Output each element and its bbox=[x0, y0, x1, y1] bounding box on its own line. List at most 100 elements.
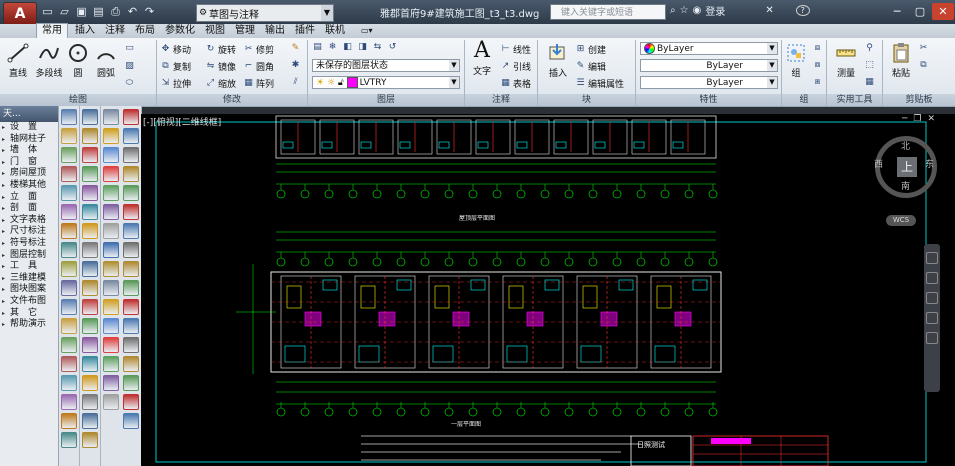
arc-button[interactable]: 圆弧 bbox=[90, 42, 122, 79]
viewcube-south[interactable]: 南 bbox=[901, 179, 910, 192]
tool-icon[interactable] bbox=[123, 261, 139, 277]
tab-manage[interactable]: 管理 bbox=[230, 24, 260, 38]
trim-button[interactable]: ✂ 修剪 bbox=[243, 43, 274, 56]
tool-icon[interactable] bbox=[123, 242, 139, 258]
tab-home[interactable]: 常用 bbox=[36, 23, 68, 39]
text-button[interactable]: A 文字 bbox=[466, 40, 498, 78]
viewport-controls-label[interactable]: [-][俯视][二维线框] bbox=[143, 115, 221, 128]
array-button[interactable]: ▦ 阵列 bbox=[243, 77, 274, 90]
menu-item[interactable]: 立 面 bbox=[0, 192, 58, 204]
pan-icon[interactable] bbox=[926, 272, 938, 284]
tool-icon[interactable] bbox=[82, 413, 98, 429]
help-button[interactable]: ? bbox=[795, 5, 810, 16]
tool-icon[interactable] bbox=[123, 166, 139, 182]
tool-icon[interactable] bbox=[82, 185, 98, 201]
layer-match-icon[interactable]: ⇆ bbox=[372, 42, 383, 53]
tool-icon[interactable] bbox=[61, 394, 77, 410]
mirror-button[interactable]: ⇋ 镜像 bbox=[205, 60, 236, 73]
undo-icon[interactable]: ↶ bbox=[125, 4, 140, 19]
viewcube-west[interactable]: 西 bbox=[874, 157, 883, 170]
layer-iso-icon[interactable]: ◧ bbox=[342, 42, 353, 53]
tool-icon[interactable] bbox=[82, 242, 98, 258]
ungroup-tool[interactable]: ⧈ bbox=[812, 43, 823, 54]
tool-icon[interactable] bbox=[82, 337, 98, 353]
redo-icon[interactable]: ↷ bbox=[142, 4, 157, 19]
orbit-icon[interactable] bbox=[926, 312, 938, 324]
tool-icon[interactable] bbox=[61, 166, 77, 182]
layer-freeze-icon[interactable]: ❄ bbox=[327, 42, 338, 53]
layer-walk-icon[interactable]: ◨ bbox=[357, 42, 368, 53]
measure-button[interactable]: 测量 bbox=[830, 42, 862, 79]
close-button[interactable]: ✕ bbox=[932, 3, 954, 20]
tool-icon[interactable] bbox=[123, 223, 139, 239]
tool-icon[interactable] bbox=[82, 432, 98, 448]
tool-icon[interactable] bbox=[82, 280, 98, 296]
group-select-tool[interactable]: ⧆ bbox=[812, 77, 823, 88]
tool-icon[interactable] bbox=[103, 223, 119, 239]
paste-button[interactable]: 粘贴 bbox=[885, 42, 917, 79]
open-file-icon[interactable]: ▱ bbox=[57, 4, 72, 19]
plot-icon[interactable]: ⎙ bbox=[108, 4, 123, 19]
edit-block-button[interactable]: ✎ 编辑 bbox=[575, 60, 606, 73]
tool-icon[interactable] bbox=[123, 128, 139, 144]
tool-icon[interactable] bbox=[61, 185, 77, 201]
tab-insert[interactable]: 插入 bbox=[70, 24, 100, 38]
insert-block-button[interactable]: 插入 bbox=[542, 42, 574, 79]
scale-button[interactable]: ⤢ 缩放 bbox=[205, 77, 236, 90]
cut-tool[interactable]: ✂ bbox=[918, 43, 929, 54]
tool-icon[interactable] bbox=[103, 261, 119, 277]
workspace-dropdown[interactable]: ⚙ 草图与注释 ▼ bbox=[196, 4, 334, 22]
clipboard-panel-label[interactable]: 剪贴板 bbox=[883, 94, 955, 106]
tool-icon[interactable] bbox=[123, 318, 139, 334]
tool-icon[interactable] bbox=[82, 147, 98, 163]
tool-icon[interactable] bbox=[103, 394, 119, 410]
tool-icon[interactable] bbox=[103, 185, 119, 201]
tool-icon[interactable] bbox=[82, 223, 98, 239]
user-icon[interactable]: ◉ bbox=[693, 5, 702, 16]
tool-icon[interactable] bbox=[61, 356, 77, 372]
color-dropdown[interactable]: ByLayer ▼ bbox=[640, 42, 778, 55]
viewcube-north[interactable]: 北 bbox=[901, 139, 910, 152]
tool-icon[interactable] bbox=[123, 147, 139, 163]
minimize-button[interactable]: ─ bbox=[886, 3, 908, 20]
modify-panel-label[interactable]: 修改 bbox=[157, 94, 307, 106]
tool-icon[interactable] bbox=[123, 394, 139, 410]
leader-button[interactable]: ↗ 引线 bbox=[500, 60, 531, 73]
tool-icon[interactable] bbox=[61, 204, 77, 220]
tool-icon[interactable] bbox=[61, 109, 77, 125]
menu-item[interactable]: 符号标注 bbox=[0, 238, 58, 250]
tool-icon[interactable] bbox=[61, 432, 77, 448]
hatch-tool[interactable]: ▨ bbox=[124, 61, 135, 72]
draw-panel-label[interactable]: 绘图 bbox=[0, 94, 156, 106]
tool-icon[interactable] bbox=[82, 204, 98, 220]
tool-icon[interactable] bbox=[61, 261, 77, 277]
menu-item[interactable]: 工 具 bbox=[0, 261, 58, 273]
tool-icon[interactable] bbox=[123, 204, 139, 220]
viewcube-east[interactable]: 东 bbox=[925, 157, 934, 170]
line-button[interactable]: 直线 bbox=[2, 42, 34, 79]
save-icon[interactable]: ▣ bbox=[74, 4, 89, 19]
menu-item[interactable]: 帮助演示 bbox=[0, 319, 58, 331]
group-button[interactable]: 组 bbox=[782, 42, 810, 79]
create-block-button[interactable]: ⊞ 创建 bbox=[575, 43, 606, 56]
viewcube[interactable]: 北 西 东 南 上 bbox=[874, 136, 937, 198]
table-button[interactable]: ▦ 表格 bbox=[500, 77, 531, 90]
menu-item[interactable]: 墙 体 bbox=[0, 145, 58, 157]
tool-icon[interactable] bbox=[61, 242, 77, 258]
tool-icon[interactable] bbox=[61, 375, 77, 391]
calculator-tool[interactable]: ▦ bbox=[864, 77, 875, 88]
erase-tool[interactable]: ✎ bbox=[290, 43, 301, 54]
tool-icon[interactable] bbox=[103, 109, 119, 125]
tool-icon[interactable] bbox=[82, 356, 98, 372]
tool-icon[interactable] bbox=[103, 128, 119, 144]
tool-icon[interactable] bbox=[82, 128, 98, 144]
offset-tool[interactable]: ⫽ bbox=[290, 77, 301, 88]
fillet-button[interactable]: ⌐ 圆角 bbox=[243, 60, 274, 73]
groups-panel-label[interactable]: 组 bbox=[782, 94, 826, 106]
edit-attributes-button[interactable]: ☰ 编辑属性 bbox=[575, 77, 624, 90]
block-panel-label[interactable]: 块 bbox=[538, 94, 635, 106]
tool-icon[interactable] bbox=[123, 356, 139, 372]
layer-dropdown[interactable]: ☀ ☼ 🔓︎ LVTRY ▼ bbox=[312, 76, 460, 89]
tool-icon[interactable] bbox=[103, 318, 119, 334]
menu-item[interactable]: 三维建模 bbox=[0, 273, 58, 285]
